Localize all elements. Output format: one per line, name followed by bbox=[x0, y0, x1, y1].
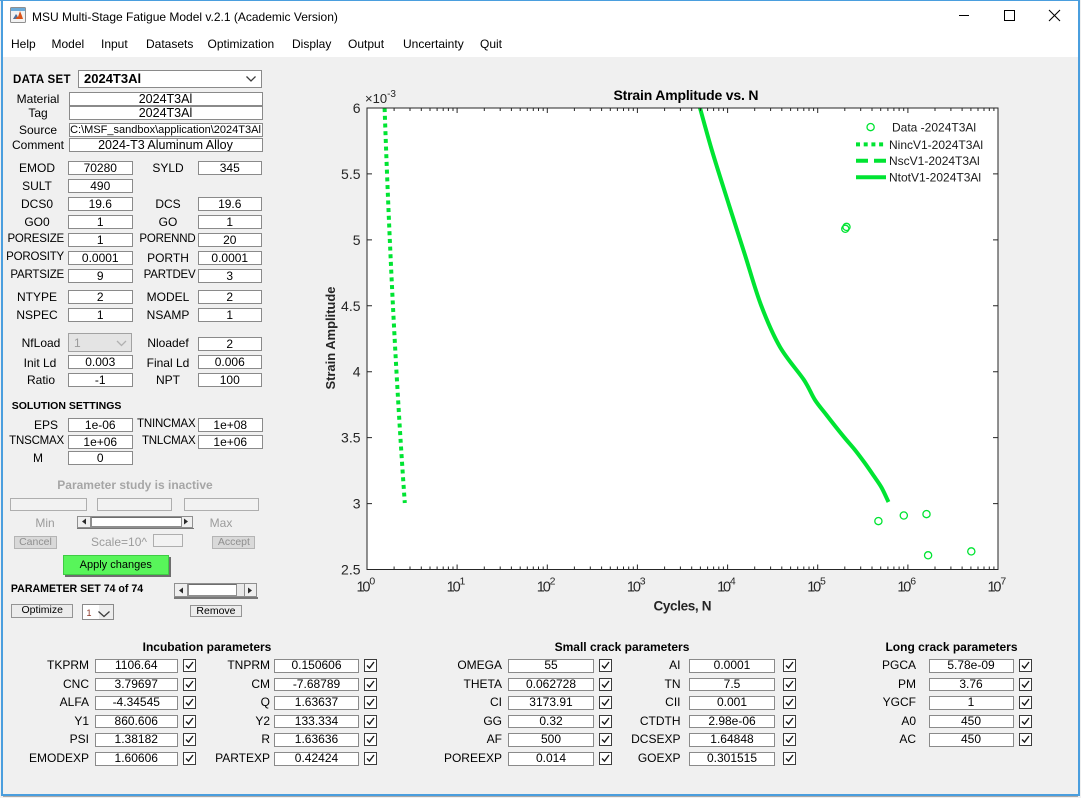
svg-text:107: 107 bbox=[988, 576, 1007, 596]
svg-text:5.5: 5.5 bbox=[341, 166, 361, 182]
svg-text:3.5: 3.5 bbox=[341, 430, 361, 446]
svg-text:NtotV1-2024T3Al: NtotV1-2024T3Al bbox=[889, 171, 981, 185]
svg-text:105: 105 bbox=[807, 576, 826, 596]
svg-text:4.5: 4.5 bbox=[341, 298, 361, 314]
svg-text:104: 104 bbox=[717, 576, 736, 596]
svg-text:×10-3: ×10-3 bbox=[365, 89, 396, 106]
svg-text:4: 4 bbox=[353, 364, 361, 380]
svg-text:NincV1-2024T3Al: NincV1-2024T3Al bbox=[889, 138, 983, 152]
svg-text:102: 102 bbox=[537, 576, 556, 596]
svg-text:106: 106 bbox=[897, 576, 916, 596]
svg-text:100: 100 bbox=[357, 576, 376, 596]
svg-text:103: 103 bbox=[627, 576, 646, 596]
svg-text:Strain Amplitude vs. N: Strain Amplitude vs. N bbox=[614, 87, 759, 103]
svg-text:3: 3 bbox=[353, 496, 361, 512]
svg-text:Strain Amplitude: Strain Amplitude bbox=[323, 287, 338, 390]
svg-text:6: 6 bbox=[353, 100, 361, 116]
svg-text:2.5: 2.5 bbox=[341, 562, 361, 578]
svg-text:101: 101 bbox=[447, 576, 466, 596]
svg-text:Cycles, N: Cycles, N bbox=[654, 599, 712, 614]
svg-text:5: 5 bbox=[353, 232, 361, 248]
svg-text:NscV1-2024T3Al: NscV1-2024T3Al bbox=[889, 154, 980, 168]
svg-text:Data -2024T3Al: Data -2024T3Al bbox=[892, 121, 976, 135]
